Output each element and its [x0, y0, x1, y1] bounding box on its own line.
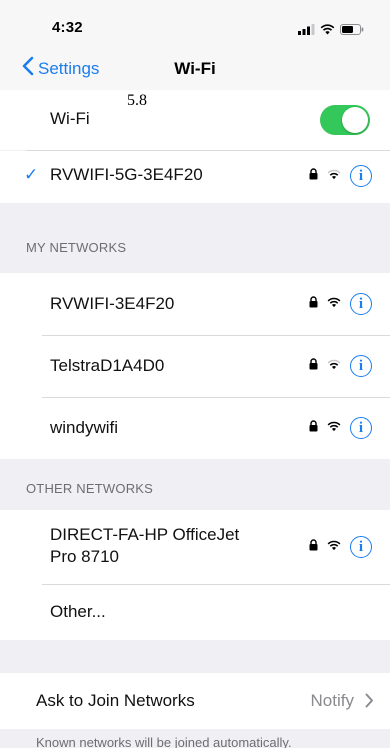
network-name: RVWIFI-3E4F20 — [50, 294, 175, 313]
section-header-my-networks: MY NETWORKS — [26, 240, 127, 255]
cellular-signal-icon — [298, 22, 315, 40]
status-bar: 4:32 — [0, 0, 390, 48]
other-network-label: Other... — [50, 602, 106, 621]
network-status-icons: i — [309, 355, 372, 377]
navigation-bar: Settings Wi-Fi — [0, 48, 390, 90]
my-networks-group: RVWIFI-3E4F20 i TelstraD1A4D0 i windywif… — [0, 273, 390, 459]
lock-icon — [309, 357, 318, 375]
ask-to-join-label: Ask to Join Networks — [36, 691, 195, 710]
toggle-knob — [342, 107, 368, 133]
lock-icon — [309, 295, 318, 313]
info-icon[interactable]: i — [350, 165, 372, 187]
network-status-icons: i — [309, 165, 372, 187]
lock-icon — [309, 419, 318, 437]
network-name: windywifi — [50, 418, 119, 437]
network-name-line-1: DIRECT-FA-HP OfficeJet — [50, 525, 240, 544]
info-icon[interactable]: i — [350, 293, 372, 315]
page-title: Wi-Fi — [174, 59, 216, 78]
info-icon[interactable]: i — [350, 536, 372, 558]
wifi-toggle-switch[interactable] — [320, 105, 370, 135]
network-name: TelstraD1A4D0 — [50, 356, 165, 375]
connected-network-name: RVWIFI-5G-3E4F20 — [50, 165, 203, 184]
network-row[interactable]: DIRECT-FA-HP OfficeJet Pro 8710 i — [0, 510, 390, 584]
status-time: 4:32 — [52, 19, 83, 36]
lock-icon — [309, 167, 318, 185]
section-header-other-networks: OTHER NETWORKS — [26, 481, 154, 496]
network-name-line-2: Pro 8710 — [50, 547, 119, 566]
network-status-icons: i — [309, 417, 372, 439]
ask-to-join-value: Notify — [310, 691, 354, 710]
footer-text: Known networks will be joined automatica… — [36, 735, 292, 748]
network-row[interactable]: RVWIFI-3E4F20 i — [0, 273, 390, 335]
status-icons — [298, 22, 364, 40]
lock-icon — [309, 538, 318, 556]
other-networks-group: DIRECT-FA-HP OfficeJet Pro 8710 i Other.… — [0, 510, 390, 640]
wifi-icon — [327, 538, 341, 556]
ask-to-join-row[interactable]: Ask to Join Networks Notify — [0, 673, 390, 729]
info-icon[interactable]: i — [350, 355, 372, 377]
connected-network-row[interactable]: ✓ RVWIFI-5G-3E4F20 i — [0, 151, 390, 203]
network-row[interactable]: windywifi i — [0, 398, 390, 459]
network-name: DIRECT-FA-HP OfficeJet Pro 8710 — [50, 524, 239, 568]
wifi-toggle-row: Wi-Fi — [0, 90, 390, 150]
wifi-icon — [327, 167, 341, 185]
checkmark-icon: ✓ — [24, 165, 39, 184]
chevron-right-icon — [365, 693, 374, 713]
network-status-icons: i — [309, 536, 372, 558]
wifi-icon — [327, 357, 341, 375]
network-status-icons: i — [309, 293, 372, 315]
wifi-icon — [320, 22, 335, 40]
wifi-icon — [327, 419, 341, 437]
overlay-number: 5.8 — [127, 92, 147, 109]
battery-icon — [340, 22, 364, 40]
wifi-toggle-label: Wi-Fi — [50, 109, 90, 128]
other-network-row[interactable]: Other... — [0, 585, 390, 640]
wifi-icon — [327, 295, 341, 313]
info-icon[interactable]: i — [350, 417, 372, 439]
network-row[interactable]: TelstraD1A4D0 i — [0, 336, 390, 397]
